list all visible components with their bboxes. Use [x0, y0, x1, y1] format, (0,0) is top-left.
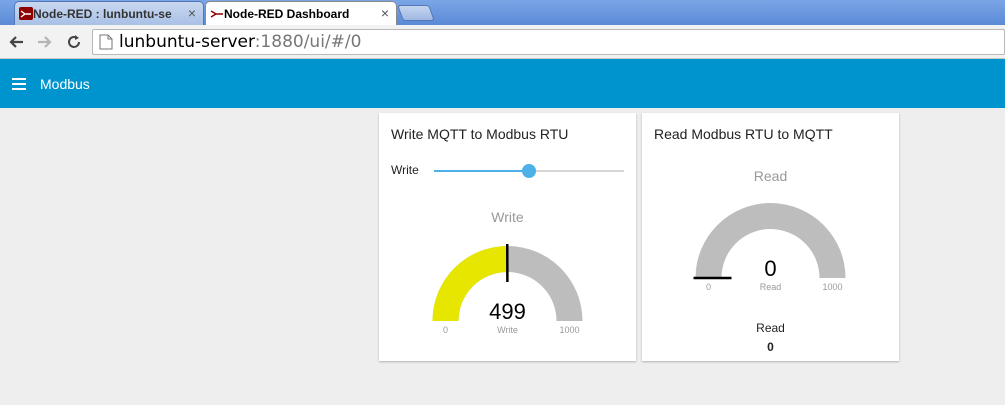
url-path: :1880/ui/#/0	[254, 32, 362, 52]
write-card: Write MQTT to Modbus RTU Write Write 499…	[379, 113, 636, 361]
node-red-favicon-icon	[210, 7, 224, 20]
page-icon	[99, 34, 113, 50]
gauge-max-label: 1000	[822, 282, 842, 292]
gauge-min-label: 0	[443, 325, 448, 335]
read-card: Read Modbus RTU to MQTT Read 0 Read 0 1000 …	[642, 113, 899, 361]
browser-tab-strip: Node-RED : lunbuntu-se × Node-RED Dashbo…	[0, 0, 1005, 25]
url-host: lunbuntu-server	[119, 32, 255, 52]
back-button[interactable]	[5, 31, 27, 53]
slider-thumb[interactable]	[521, 164, 536, 178]
reload-icon	[68, 35, 80, 48]
text-value: 0	[767, 340, 774, 354]
tab-node-red-editor[interactable]: Node-RED : lunbuntu-se ×	[14, 1, 204, 25]
write-gauge: 499Write 0 1000	[432, 243, 583, 335]
card-title: Read Modbus RTU to MQTT	[654, 126, 833, 142]
gauge-value: 499	[489, 299, 526, 324]
gauge-units: Read	[760, 282, 782, 292]
gauge-units: Write	[497, 325, 518, 335]
text-label: Read	[756, 321, 785, 335]
read-gauge: 0Read0 1000	[693, 203, 846, 292]
dashboard-header: Modbus	[0, 59, 1005, 108]
browser-toolbar: lunbuntu-server:1880/ui/#/0	[0, 25, 1005, 59]
arrow-left-icon	[9, 36, 23, 48]
dashboard-title: Modbus	[40, 75, 90, 92]
slider-track[interactable]	[434, 164, 624, 178]
tab-title: Node-RED : lunbuntu-se	[33, 6, 172, 21]
gauge-max-label: 1000	[559, 325, 579, 335]
write-slider[interactable]: Write	[391, 163, 624, 179]
node-red-favicon-icon	[19, 7, 33, 20]
tab-title: Node-RED Dashboard	[224, 6, 350, 21]
address-bar[interactable]: lunbuntu-server:1880/ui/#/0	[92, 29, 1005, 55]
forward-button[interactable]	[34, 31, 56, 53]
gauge-title: Read	[753, 168, 788, 184]
arrow-right-icon	[38, 36, 52, 48]
gauge-min-label: 0	[706, 282, 711, 292]
card-title: Write MQTT to Modbus RTU	[391, 126, 569, 142]
url-text: lunbuntu-server:1880/ui/#/0	[119, 32, 361, 52]
gauge-title: Write	[491, 209, 524, 225]
slider-label: Write	[391, 163, 419, 177]
tab-close-icon[interactable]: ×	[381, 5, 389, 21]
read-text-widget: Read 0	[642, 321, 899, 354]
hamburger-menu-icon[interactable]	[12, 77, 26, 90]
new-tab-button[interactable]	[397, 5, 435, 21]
reload-button[interactable]	[63, 31, 85, 53]
gauge-value: 0	[764, 256, 776, 281]
tab-close-icon[interactable]: ×	[188, 5, 196, 21]
slider-fill	[434, 170, 529, 172]
tab-node-red-dashboard[interactable]: Node-RED Dashboard ×	[205, 1, 397, 25]
